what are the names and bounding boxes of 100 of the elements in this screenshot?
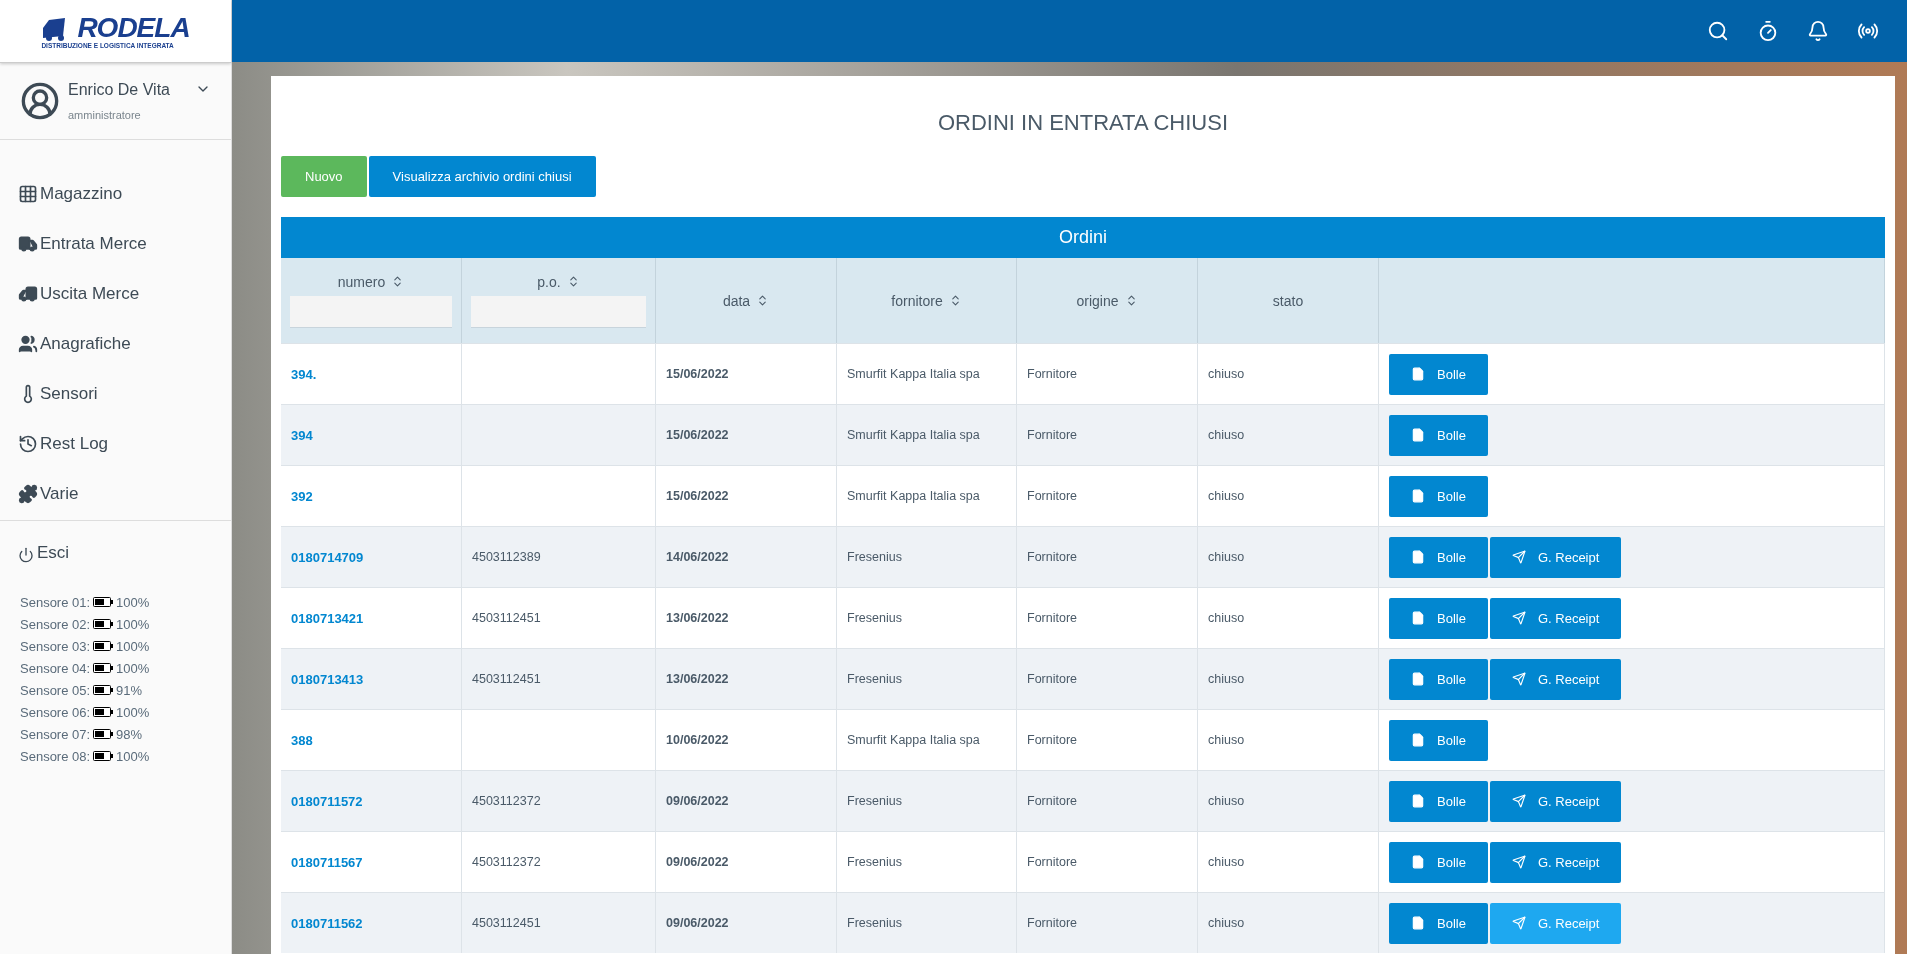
battery-icon <box>93 729 114 739</box>
bolle-button[interactable]: Bolle <box>1389 658 1488 700</box>
sensor-reading: 100% <box>116 660 150 676</box>
send-icon <box>1511 794 1526 808</box>
order-link[interactable]: 388 <box>291 732 313 748</box>
sensor-reading: 100% <box>116 616 150 632</box>
order-link[interactable]: 0180714709 <box>291 549 364 565</box>
table-cell: 15/06/2022 <box>656 465 837 526</box>
file-icon <box>1411 733 1425 747</box>
action-button[interactable]: Visualizza archivio ordini chiusi <box>368 156 596 197</box>
table-cell: Fresenius <box>837 831 1017 892</box>
sensor-label: Sensore 08: <box>20 748 91 764</box>
receipt-button[interactable]: G. Receipt <box>1489 658 1622 700</box>
file-icon <box>1411 428 1425 442</box>
filter-field[interactable] <box>471 295 646 328</box>
receipt-button[interactable]: G. Receipt <box>1489 841 1622 883</box>
table-cell: Fornitore <box>1017 648 1198 709</box>
bolle-button[interactable]: Bolle <box>1389 536 1488 578</box>
table-cell: 15/06/2022 <box>656 404 837 465</box>
table-cell: Fornitore <box>1017 526 1198 587</box>
table-cell: 09/06/2022 <box>656 892 837 953</box>
table-cell: chiuso <box>1198 526 1379 587</box>
sensor-reading: 100% <box>116 748 150 764</box>
action-button[interactable]: Nuovo <box>281 156 367 197</box>
receipt-button[interactable]: G. Receipt <box>1489 536 1622 578</box>
table-cell: Fresenius <box>837 526 1017 587</box>
receipt-button[interactable]: G. Receipt <box>1489 597 1622 639</box>
table-cell: 10/06/2022 <box>656 709 837 770</box>
sensor-label: Sensore 03: <box>20 638 91 654</box>
sensor-reading: 98% <box>116 726 143 742</box>
menu-item[interactable]: Rest Log <box>0 404 231 454</box>
order-link[interactable]: 0180713421 <box>291 610 364 626</box>
order-link[interactable]: 0180713413 <box>291 671 364 687</box>
send-icon <box>1511 550 1526 564</box>
page-title: ORDINI IN ENTRATA CHIUSI <box>936 110 1230 136</box>
bolle-button[interactable]: Bolle <box>1389 597 1488 639</box>
receipt-button[interactable]: G. Receipt <box>1489 902 1622 944</box>
table-cell: 09/06/2022 <box>656 831 837 892</box>
sensor-label: Sensore 06: <box>20 704 91 720</box>
order-link[interactable]: 0180711562 <box>291 915 363 931</box>
table-cell: chiuso <box>1198 892 1379 953</box>
sensor-reading: 100% <box>116 594 150 610</box>
bolle-button[interactable]: Bolle <box>1389 719 1488 761</box>
truck-icon <box>18 284 38 304</box>
table-cell: Fornitore <box>1017 404 1198 465</box>
receipt-button[interactable]: G. Receipt <box>1489 780 1622 822</box>
table-cell: Smurfit Kappa Italia spa <box>837 465 1017 526</box>
menu-item[interactable]: Sensori <box>0 354 231 404</box>
sensor-label: Sensore 05: <box>20 682 91 698</box>
file-icon <box>1411 367 1425 381</box>
sensor-reading: 100% <box>116 704 150 720</box>
table-cell: Fornitore <box>1017 709 1198 770</box>
logout-link[interactable]: Esci <box>18 543 213 563</box>
menu-item[interactable]: Anagrafiche <box>0 304 231 354</box>
column-label[interactable]: fornitore <box>891 292 962 309</box>
order-link[interactable]: 394 <box>291 427 313 443</box>
file-icon <box>1411 550 1425 564</box>
order-link[interactable]: 0180711567 <box>291 854 363 870</box>
table-cell: chiuso <box>1198 709 1379 770</box>
table-cell: 13/06/2022 <box>656 648 837 709</box>
bolle-button[interactable]: Bolle <box>1389 902 1488 944</box>
bolle-button[interactable]: Bolle <box>1389 414 1488 456</box>
order-link[interactable]: 392 <box>291 488 313 504</box>
table-cell: 15/06/2022 <box>656 343 837 404</box>
notifications-button[interactable] <box>1807 20 1829 42</box>
column-label[interactable]: p.o. <box>537 273 580 290</box>
table-cell: Fresenius <box>837 770 1017 831</box>
table-cell: chiuso <box>1198 587 1379 648</box>
column-label[interactable]: data <box>722 292 770 309</box>
file-icon <box>1411 855 1425 869</box>
table-cell: chiuso <box>1198 404 1379 465</box>
menu-item[interactable]: Varie <box>0 454 231 504</box>
sensor-reading: 100% <box>116 638 150 654</box>
search-button[interactable] <box>1707 20 1729 42</box>
send-icon <box>1511 916 1526 930</box>
column-label[interactable]: numero <box>337 273 405 290</box>
column-label: stato <box>1272 292 1304 309</box>
order-link[interactable]: 394. <box>291 366 317 382</box>
menu-item[interactable]: Uscita Merce <box>0 254 231 304</box>
table-cell: Fornitore <box>1017 465 1198 526</box>
send-icon <box>1511 672 1526 686</box>
sensor-label: Sensore 04: <box>20 660 91 676</box>
bolle-button[interactable]: Bolle <box>1389 841 1488 883</box>
column-label[interactable]: origine <box>1076 292 1138 309</box>
order-link[interactable]: 0180711572 <box>291 793 363 809</box>
user-role: amministratore <box>68 109 142 121</box>
bolle-button[interactable]: Bolle <box>1389 353 1488 395</box>
sensor-reading: 91% <box>116 682 143 698</box>
filter-field[interactable] <box>290 295 452 328</box>
menu-item[interactable]: Magazzino <box>0 154 231 204</box>
table-cell: 4503112389 <box>462 526 656 587</box>
bolle-button[interactable]: Bolle <box>1389 780 1488 822</box>
stopwatch-button[interactable] <box>1757 20 1779 42</box>
menu-item[interactable]: Entrata Merce <box>0 204 231 254</box>
battery-icon <box>93 751 114 761</box>
battery-icon <box>93 707 114 717</box>
user-name: Enrico De Vita <box>68 81 171 99</box>
battery-icon <box>93 597 114 607</box>
bolle-button[interactable]: Bolle <box>1389 475 1488 517</box>
table-cell: Fornitore <box>1017 892 1198 953</box>
